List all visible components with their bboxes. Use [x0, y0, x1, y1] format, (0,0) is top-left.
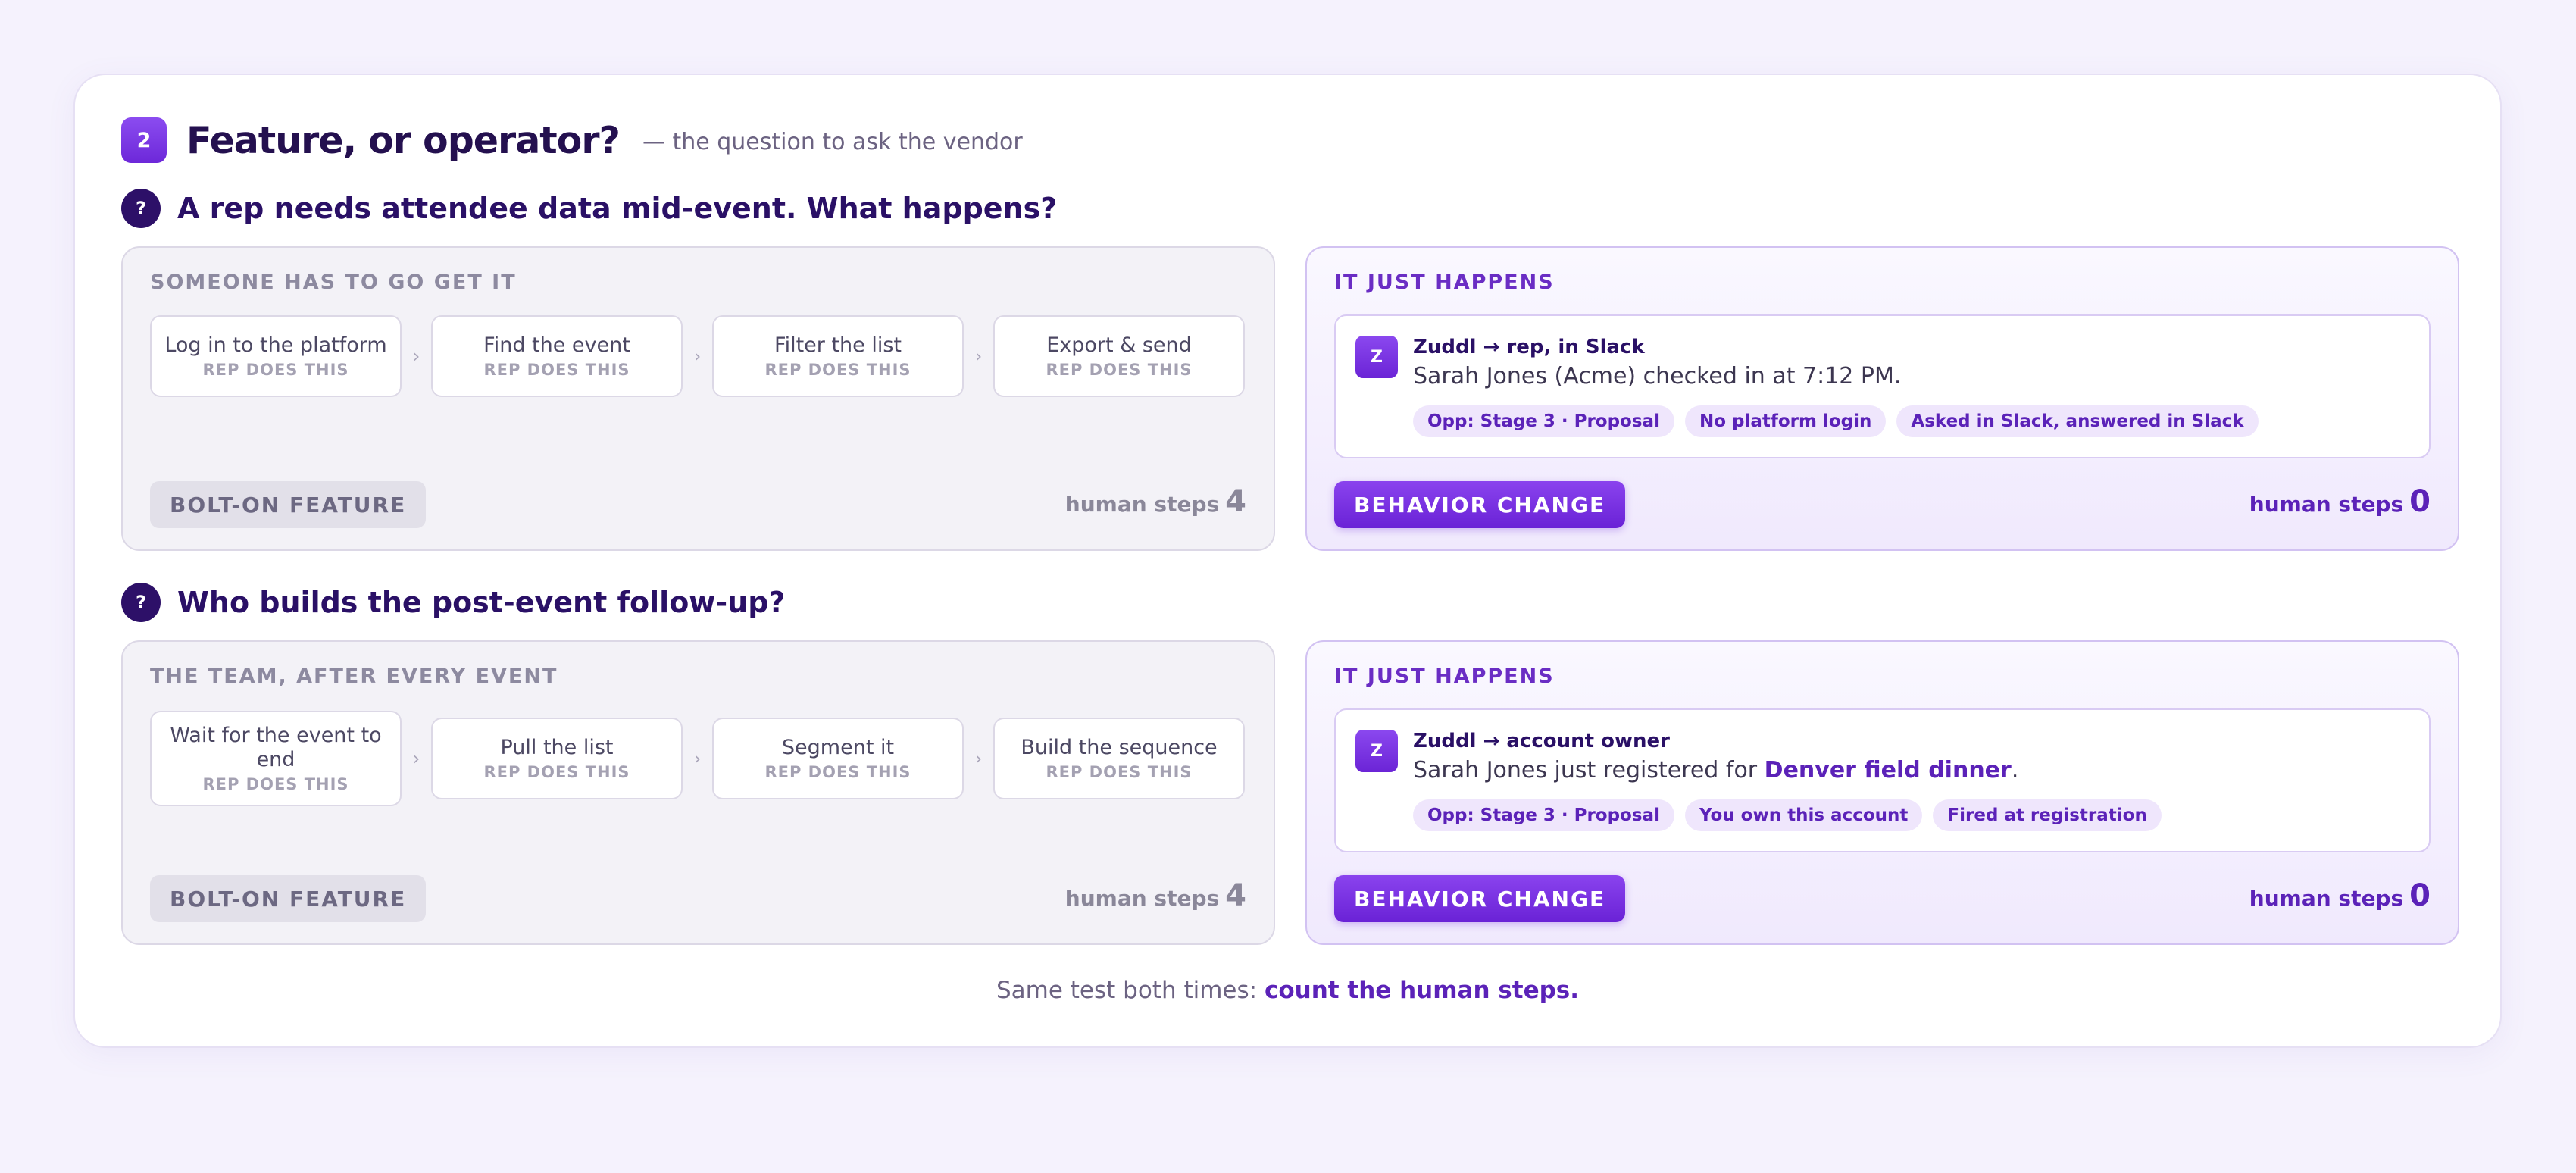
human-steps-label: human steps	[2249, 492, 2404, 517]
manual-panel: SOMEONE HAS TO GO GET IT Log in to the p…	[121, 246, 1275, 551]
automatic-panel: IT JUST HAPPENS Z Zuddl → rep, in Slack …	[1305, 246, 2459, 551]
panel-label: IT JUST HAPPENS	[1334, 271, 1555, 294]
step-actor: REP DOES THIS	[202, 361, 349, 379]
step-actor: REP DOES THIS	[764, 361, 911, 379]
step-card: Export & send REP DOES THIS	[993, 315, 1245, 397]
chevron-right-icon: ›	[693, 748, 702, 769]
human-steps-count: human steps 0	[2249, 878, 2431, 913]
step-card: Build the sequence REP DOES THIS	[993, 718, 1245, 799]
panel-label: SOMEONE HAS TO GO GET IT	[150, 271, 517, 294]
behavior-change-tag: BEHAVIOR CHANGE	[1334, 875, 1626, 922]
step-title: Build the sequence	[1021, 736, 1218, 759]
step-card: Pull the list REP DOES THIS	[431, 718, 683, 799]
message-text: Sarah Jones (Acme) checked in at 7:12 PM…	[1413, 363, 1901, 389]
message-sender: Zuddl → rep, in Slack	[1413, 336, 1645, 358]
human-steps-count: human steps 0	[2249, 484, 2431, 519]
step-title: Segment it	[781, 736, 895, 759]
chevron-right-icon: ›	[974, 346, 983, 367]
step-title: Filter the list	[774, 333, 902, 357]
message-highlight: Denver field dinner	[1764, 757, 2012, 784]
card-header: 2 Feature, or operator? — the question t…	[121, 116, 1023, 164]
chevron-right-icon: ›	[412, 748, 420, 769]
human-steps-number: 4	[1225, 484, 1246, 519]
behavior-change-tag: BEHAVIOR CHANGE	[1334, 481, 1626, 528]
context-chip: Asked in Slack, answered in Slack	[1896, 405, 2259, 437]
context-chip: Opp: Stage 3 · Proposal	[1413, 799, 1674, 831]
step-title: Pull the list	[500, 736, 614, 759]
footer-highlight: count the human steps.	[1264, 977, 1580, 1004]
step-title: Find the event	[483, 333, 630, 357]
human-steps-number: 4	[1225, 878, 1246, 913]
step-flow: Log in to the platform REP DOES THIS › Fi…	[150, 314, 1246, 398]
step-card: Find the event REP DOES THIS	[431, 315, 683, 397]
context-chip: No platform login	[1684, 405, 1887, 437]
footer-note: Same test both times: count the human st…	[75, 977, 2500, 1004]
panel-label: THE TEAM, AFTER EVERY EVENT	[150, 665, 558, 688]
zuddl-avatar: Z	[1355, 336, 1398, 378]
feature-or-operator-card: 2 Feature, or operator? — the question t…	[73, 74, 2502, 1048]
question-text: A rep needs attendee data mid-event. Wha…	[177, 192, 1058, 225]
panel-label: IT JUST HAPPENS	[1334, 665, 1555, 688]
step-title: Wait for the event to end	[170, 724, 382, 771]
human-steps-label: human steps	[1064, 886, 1220, 911]
step-actor: REP DOES THIS	[1046, 763, 1193, 781]
question-icon: ?	[121, 583, 161, 622]
step-card: Wait for the event to end REP DOES THIS	[150, 711, 402, 806]
context-chip: You own this account	[1684, 799, 1923, 831]
human-steps-count: human steps 4	[1065, 484, 1246, 519]
step-actor: REP DOES THIS	[483, 763, 630, 781]
human-steps-label: human steps	[1064, 492, 1220, 517]
message-text: Sarah Jones just registered for Denver f…	[1413, 757, 2018, 784]
footer-text: Same test both times:	[996, 977, 1265, 1004]
question-2: ? Who builds the post-event follow-up?	[121, 583, 785, 622]
step-actor: REP DOES THIS	[483, 361, 630, 379]
step-title: Log in to the platform	[164, 333, 387, 357]
question-text: Who builds the post-event follow-up?	[177, 586, 786, 619]
manual-panel: THE TEAM, AFTER EVERY EVENT Wait for the…	[121, 640, 1275, 945]
human-steps-label: human steps	[2249, 886, 2404, 911]
step-actor: REP DOES THIS	[202, 775, 349, 793]
card-title: Feature, or operator?	[186, 118, 621, 162]
step-card: Filter the list REP DOES THIS	[712, 315, 964, 397]
context-chip: Opp: Stage 3 · Proposal	[1413, 405, 1674, 437]
card-subtitle: — the question to ask the vendor	[642, 128, 1023, 155]
step-actor: REP DOES THIS	[1046, 361, 1193, 379]
message-chips: Opp: Stage 3 · Proposal You own this acc…	[1413, 799, 2172, 831]
human-steps-number: 0	[2409, 878, 2431, 913]
slack-message-card: Z Zuddl → account owner Sarah Jones just…	[1334, 708, 2431, 852]
bolt-on-feature-tag: BOLT-ON FEATURE	[150, 481, 427, 528]
human-steps-count: human steps 4	[1065, 878, 1246, 913]
human-steps-number: 0	[2409, 484, 2431, 519]
message-sender: Zuddl → account owner	[1413, 730, 1670, 752]
step-title: Export & send	[1046, 333, 1192, 357]
step-card: Segment it REP DOES THIS	[712, 718, 964, 799]
question-icon: ?	[121, 189, 161, 228]
zuddl-avatar: Z	[1355, 730, 1398, 772]
message-text-end: .	[2011, 757, 2019, 784]
question-1: ? A rep needs attendee data mid-event. W…	[121, 189, 1057, 228]
chevron-right-icon: ›	[974, 748, 983, 769]
message-text-start: Sarah Jones (Acme) checked in at 7:12 PM…	[1413, 363, 1902, 389]
message-text-start: Sarah Jones just registered for	[1413, 757, 1765, 784]
step-card: Log in to the platform REP DOES THIS	[150, 315, 402, 397]
context-chip: Fired at registration	[1933, 799, 2162, 831]
bolt-on-feature-tag: BOLT-ON FEATURE	[150, 875, 427, 922]
slack-message-card: Z Zuddl → rep, in Slack Sarah Jones (Acm…	[1334, 314, 2431, 458]
chevron-right-icon: ›	[412, 346, 420, 367]
automatic-panel: IT JUST HAPPENS Z Zuddl → account owner …	[1305, 640, 2459, 945]
section-number-badge: 2	[121, 117, 167, 163]
step-flow: Wait for the event to end REP DOES THIS ›…	[150, 704, 1246, 813]
message-chips: Opp: Stage 3 · Proposal No platform logi…	[1413, 405, 2269, 437]
step-actor: REP DOES THIS	[764, 763, 911, 781]
chevron-right-icon: ›	[693, 346, 702, 367]
